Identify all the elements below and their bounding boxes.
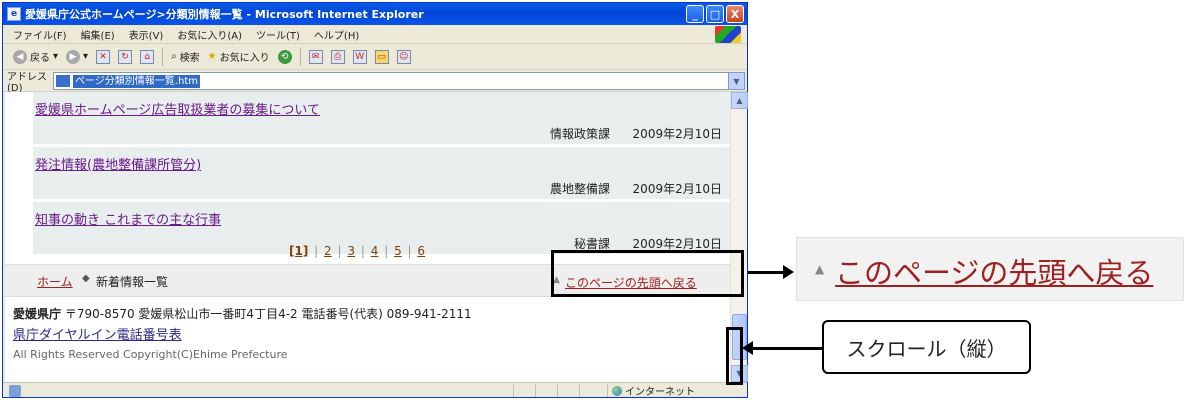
breadcrumb-current: 新着情報一覧 [96,275,169,289]
search-icon: ⌕ [171,51,177,62]
news-date: 2009年2月10日 [632,182,722,196]
print-icon[interactable]: ⎙ [330,49,345,64]
favorites-label: お気に入り [219,53,270,64]
scroll-up-button[interactable]: ▲ [731,92,748,109]
toolbar-separator [162,47,164,66]
search-label: 検索 [179,53,200,64]
page-footer: 愛媛県庁 〒790-8570 愛媛県松山市一番町4丁目4-2 電話番号(代表) … [13,305,713,361]
list-item: 愛媛県ホームページ広告取扱業者の募集について 情報政策課 2009年2月10日 [33,92,730,144]
page-status-icon [9,384,21,397]
maximize-button[interactable]: □ [706,5,724,23]
scroll-callout: スクロール（縦） [822,320,1031,374]
back-arrow-icon: ◀ [13,49,27,64]
zoomed-back-to-top: ▲ このページの先頭へ戻る [796,237,1184,301]
status-pane [535,384,557,397]
refresh-icon[interactable]: ↻ [118,49,133,64]
status-pane [513,384,535,397]
status-pane [557,384,579,397]
toolbar: ◀ 戻る ▾ ▶ ▾ ✕ ↻ ⌂ ⌕ 検索 ★ お気に入り ⟲ ✉ ⎙ W ▭ … [3,44,747,70]
window-controls: _ □ X [686,5,744,23]
forward-button[interactable]: ▶ ▾ [66,49,89,64]
folder-icon[interactable]: ▭ [374,49,389,64]
breadcrumb-home-link[interactable]: ホーム [37,273,73,290]
news-title-link[interactable]: 知事の動き これまでの主な行事 [35,209,221,228]
zoomed-back-to-top-link: このページの先頭へ戻る [835,256,1154,290]
dropdown-arrow-icon: ▾ [53,51,59,62]
history-icon[interactable]: ⟲ [277,49,292,64]
dropdown-arrow-icon: ▾ [83,51,89,62]
pagination-separator: | [360,244,365,258]
highlight-scrollbar [726,327,743,385]
list-item: 発注情報(農地整備課所管分) 農地整備課 2009年2月10日 [33,147,730,199]
page-viewport: 愛媛県ホームページ広告取扱業者の募集について 情報政策課 2009年2月10日 … [5,92,730,382]
back-label: 戻る [30,53,50,64]
news-department: 情報政策課 [549,127,610,141]
footer-address-line: 愛媛県庁 〒790-8570 愛媛県松山市一番町4丁目4-2 電話番号(代表) … [13,305,713,322]
windows-logo-icon [715,26,741,43]
address-value: ページ分類別情報一覧.htm [73,74,200,88]
status-bar: インターネット [3,382,747,398]
globe-icon [612,385,622,396]
edit-icon[interactable]: W [352,49,367,64]
window-title: 愛媛県庁公式ホームページ>分類別情報一覧 - Microsoft Interne… [25,8,424,21]
search-button[interactable]: ⌕ 検索 [171,49,200,64]
diamond-icon: ◆ [82,273,90,284]
minimize-button[interactable]: _ [686,5,704,23]
triangle-up-icon: ▲ [815,262,825,276]
news-date: 2009年2月10日 [632,127,722,141]
home-icon[interactable]: ⌂ [140,49,155,64]
highlight-back-to-top [551,250,744,297]
arrow-right-icon [748,265,794,279]
stop-icon[interactable]: ✕ [96,49,111,64]
pagination-current: [1] [289,244,309,258]
browser-window: e 愛媛県庁公式ホームページ>分類別情報一覧 - Microsoft Inter… [2,2,748,398]
pagination-link-6[interactable]: 6 [417,244,425,258]
page-icon [56,75,70,87]
news-title-link[interactable]: 発注情報(農地整備課所管分) [35,154,201,173]
news-title-link[interactable]: 愛媛県ホームページ広告取扱業者の募集について [35,99,320,118]
chevron-down-icon[interactable]: ▼ [728,73,744,89]
messenger-icon[interactable]: ☺ [396,49,411,64]
pagination: [1] | 2 | 3 | 4 | 5 | 6 [289,244,425,258]
arrow-left-icon [742,341,822,355]
menu-favorites[interactable]: お気に入り(A) [177,27,242,42]
pagination-link-2[interactable]: 2 [324,244,332,258]
pagination-separator: | [407,244,412,258]
mail-icon[interactable]: ✉ [308,49,323,64]
menu-tools[interactable]: ツール(T) [256,27,300,42]
footer-address: 〒790-8570 愛媛県松山市一番町4丁目4-2 電話番号(代表) 089-9… [64,307,472,321]
news-list: 愛媛県ホームページ広告取扱業者の募集について 情報政策課 2009年2月10日 … [33,92,730,254]
menu-edit[interactable]: 編集(E) [81,27,115,42]
pagination-separator: | [337,244,342,258]
pagination-link-3[interactable]: 3 [347,244,355,258]
menu-bar: ファイル(F) 編集(E) 表示(V) お気に入り(A) ツール(T) ヘルプ(… [3,25,747,44]
security-zone: インターネット [607,384,727,398]
address-input[interactable]: ページ分類別情報一覧.htm ▼ [53,72,745,90]
favorites-button[interactable]: ★ お気に入り [208,49,270,64]
close-button[interactable]: X [726,5,744,23]
status-panes [513,384,601,397]
news-department: 農地整備課 [549,182,610,196]
star-icon: ★ [207,51,217,62]
title-bar[interactable]: e 愛媛県庁公式ホームページ>分類別情報一覧 - Microsoft Inter… [3,3,747,25]
address-bar: アドレス(D) ページ分類別情報一覧.htm ▼ [3,70,747,94]
dial-in-link[interactable]: 県庁ダイヤルイン電話番号表 [13,324,713,343]
pagination-separator: | [314,244,319,258]
copyright: All Rights Reserved Copyright(C)Ehime Pr… [13,348,288,361]
menu-file[interactable]: ファイル(F) [13,27,67,42]
zone-label: インターネット [625,387,695,398]
menu-view[interactable]: 表示(V) [129,27,164,42]
footer-org: 愛媛県庁 [13,307,62,321]
pagination-link-4[interactable]: 4 [371,244,379,258]
pagination-separator: | [384,244,389,258]
pagination-link-5[interactable]: 5 [394,244,402,258]
address-label: アドレス(D) [7,71,47,94]
forward-arrow-icon: ▶ [66,49,81,64]
back-button[interactable]: ◀ 戻る ▾ [13,49,58,64]
ie-page-icon: e [7,7,21,21]
toolbar-separator [299,47,301,66]
menu-help[interactable]: ヘルプ(H) [314,27,359,42]
status-pane [579,384,601,397]
